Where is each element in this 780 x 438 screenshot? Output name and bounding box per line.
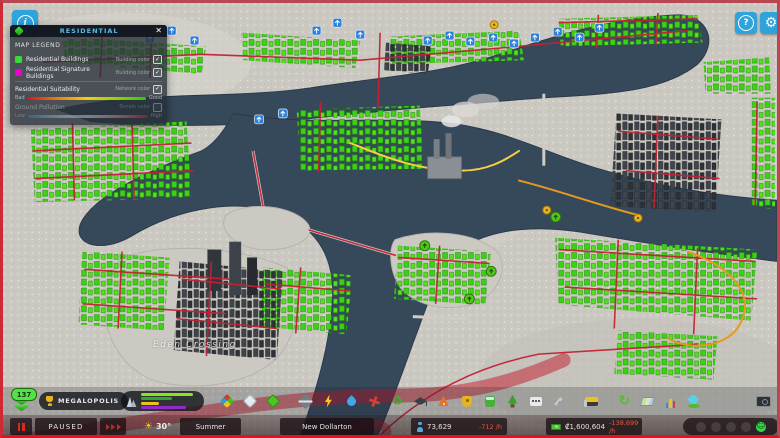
photo-mode-icon[interactable]	[756, 393, 771, 409]
close-icon[interactable]: ✕	[155, 27, 162, 35]
roads-icon[interactable]	[297, 393, 314, 409]
residential-checkbox[interactable]: ✓	[153, 55, 162, 64]
trophy-icon	[45, 396, 54, 406]
xp-level-value: 137	[11, 388, 37, 401]
speed-arrow-icon	[116, 423, 121, 430]
progression-icon[interactable]	[617, 393, 632, 409]
zones-icon[interactable]	[219, 393, 234, 409]
zone-demand-pill[interactable]	[121, 391, 204, 411]
info-views-icon[interactable]	[686, 393, 701, 409]
areas-icon[interactable]	[242, 393, 257, 409]
landscaping-icon[interactable]	[551, 393, 566, 409]
panel-header: RESIDENTIAL ✕	[10, 25, 167, 37]
happiness-indicator[interactable]	[683, 418, 777, 435]
pause-state-label: PAUSED	[35, 418, 97, 435]
population-value: 73,629	[427, 422, 452, 431]
panel-title: RESIDENTIAL	[59, 27, 119, 35]
demand-bar-residential	[141, 392, 193, 396]
parks-recreation-icon[interactable]	[505, 393, 520, 409]
money-rate: -138,699 /h	[609, 418, 639, 435]
legend-row-residential: Residential Buildings Building color ✓	[15, 53, 162, 66]
demand-bar-office	[141, 406, 186, 410]
happiness-step-icon	[711, 421, 721, 432]
education-icon[interactable]	[413, 393, 428, 409]
temperature-indicator: 30°	[144, 418, 171, 435]
happiness-step-icon	[696, 421, 706, 432]
residential-swatch	[15, 56, 22, 63]
help-button[interactable]: ?	[735, 12, 757, 34]
communications-icon[interactable]	[528, 393, 543, 409]
build-toolbar	[219, 392, 771, 410]
city-name-label: New Dollarton	[280, 418, 374, 435]
demand-bar-industrial	[141, 401, 159, 405]
settings-button[interactable]	[760, 12, 777, 34]
game-screen: Eden Crossing i ? RESIDENTIAL ✕ MAP LEGE…	[0, 0, 780, 438]
garbage-icon[interactable]	[390, 393, 405, 409]
map-tiles-icon[interactable]	[639, 393, 656, 409]
happiness-step-icon	[741, 421, 751, 432]
demand-bar-commercial	[141, 397, 172, 401]
money-indicator[interactable]: ₡1,600,604 -138,699 /h	[546, 418, 642, 435]
statistics-icon[interactable]	[663, 392, 678, 410]
speed-arrow-icon	[111, 423, 115, 430]
happy-face-icon	[756, 421, 766, 432]
pause-button[interactable]	[10, 418, 32, 435]
pollution-gradient-bar	[27, 114, 148, 118]
speed-arrow-icon	[105, 423, 110, 430]
demand-bars	[141, 392, 197, 410]
bulldozer-icon[interactable]	[584, 393, 599, 409]
season-label: Summer	[180, 418, 241, 435]
pollution-section: Ground Pollution Terrain color Low High	[15, 102, 162, 119]
fire-rescue-icon[interactable]	[436, 393, 451, 409]
suitability-section: Residential Suitability Network color ✓ …	[15, 84, 162, 101]
police-icon[interactable]	[459, 393, 474, 409]
signature-checkbox[interactable]: ✓	[153, 68, 162, 77]
water-sewage-icon[interactable]	[344, 393, 359, 409]
simulation-speed-button[interactable]	[100, 418, 126, 435]
status-bar: PAUSED 30° Summer New Dollarton 73,629 -…	[3, 415, 777, 435]
legend-title: MAP LEGEND	[15, 42, 61, 49]
electricity-icon[interactable]	[321, 393, 336, 409]
question-icon: ?	[738, 15, 754, 31]
divider	[15, 81, 162, 82]
money-icon	[551, 423, 561, 430]
legend-row-signature: Residential Signature Buildings Building…	[15, 66, 162, 80]
suitability-gradient-bar	[27, 96, 146, 100]
residential-infoview-panel: RESIDENTIAL ✕ MAP LEGEND Residential Bui…	[10, 25, 167, 125]
transportation-icon[interactable]	[482, 393, 497, 409]
happiness-step-icon	[726, 421, 736, 432]
milestone-pill[interactable]: MEGALOPOLIS	[39, 392, 129, 410]
population-indicator[interactable]: 73,629 -712 /h	[411, 418, 507, 435]
signature-buildings-icon[interactable]	[265, 393, 280, 409]
signature-swatch	[15, 69, 22, 76]
district-label: Eden Crossing	[153, 340, 237, 350]
suitability-checkbox[interactable]: ✓	[153, 84, 162, 94]
healthcare-icon[interactable]	[367, 393, 382, 409]
milestone-label: MEGALOPOLIS	[58, 397, 120, 405]
milestone-crystal-icon	[125, 395, 137, 407]
pollution-checkbox[interactable]	[153, 102, 162, 112]
population-rate: -712 /h	[478, 422, 502, 431]
xp-level-badge[interactable]: 137	[8, 388, 40, 414]
money-value: ₡1,600,604	[565, 422, 606, 431]
person-icon	[416, 421, 423, 432]
